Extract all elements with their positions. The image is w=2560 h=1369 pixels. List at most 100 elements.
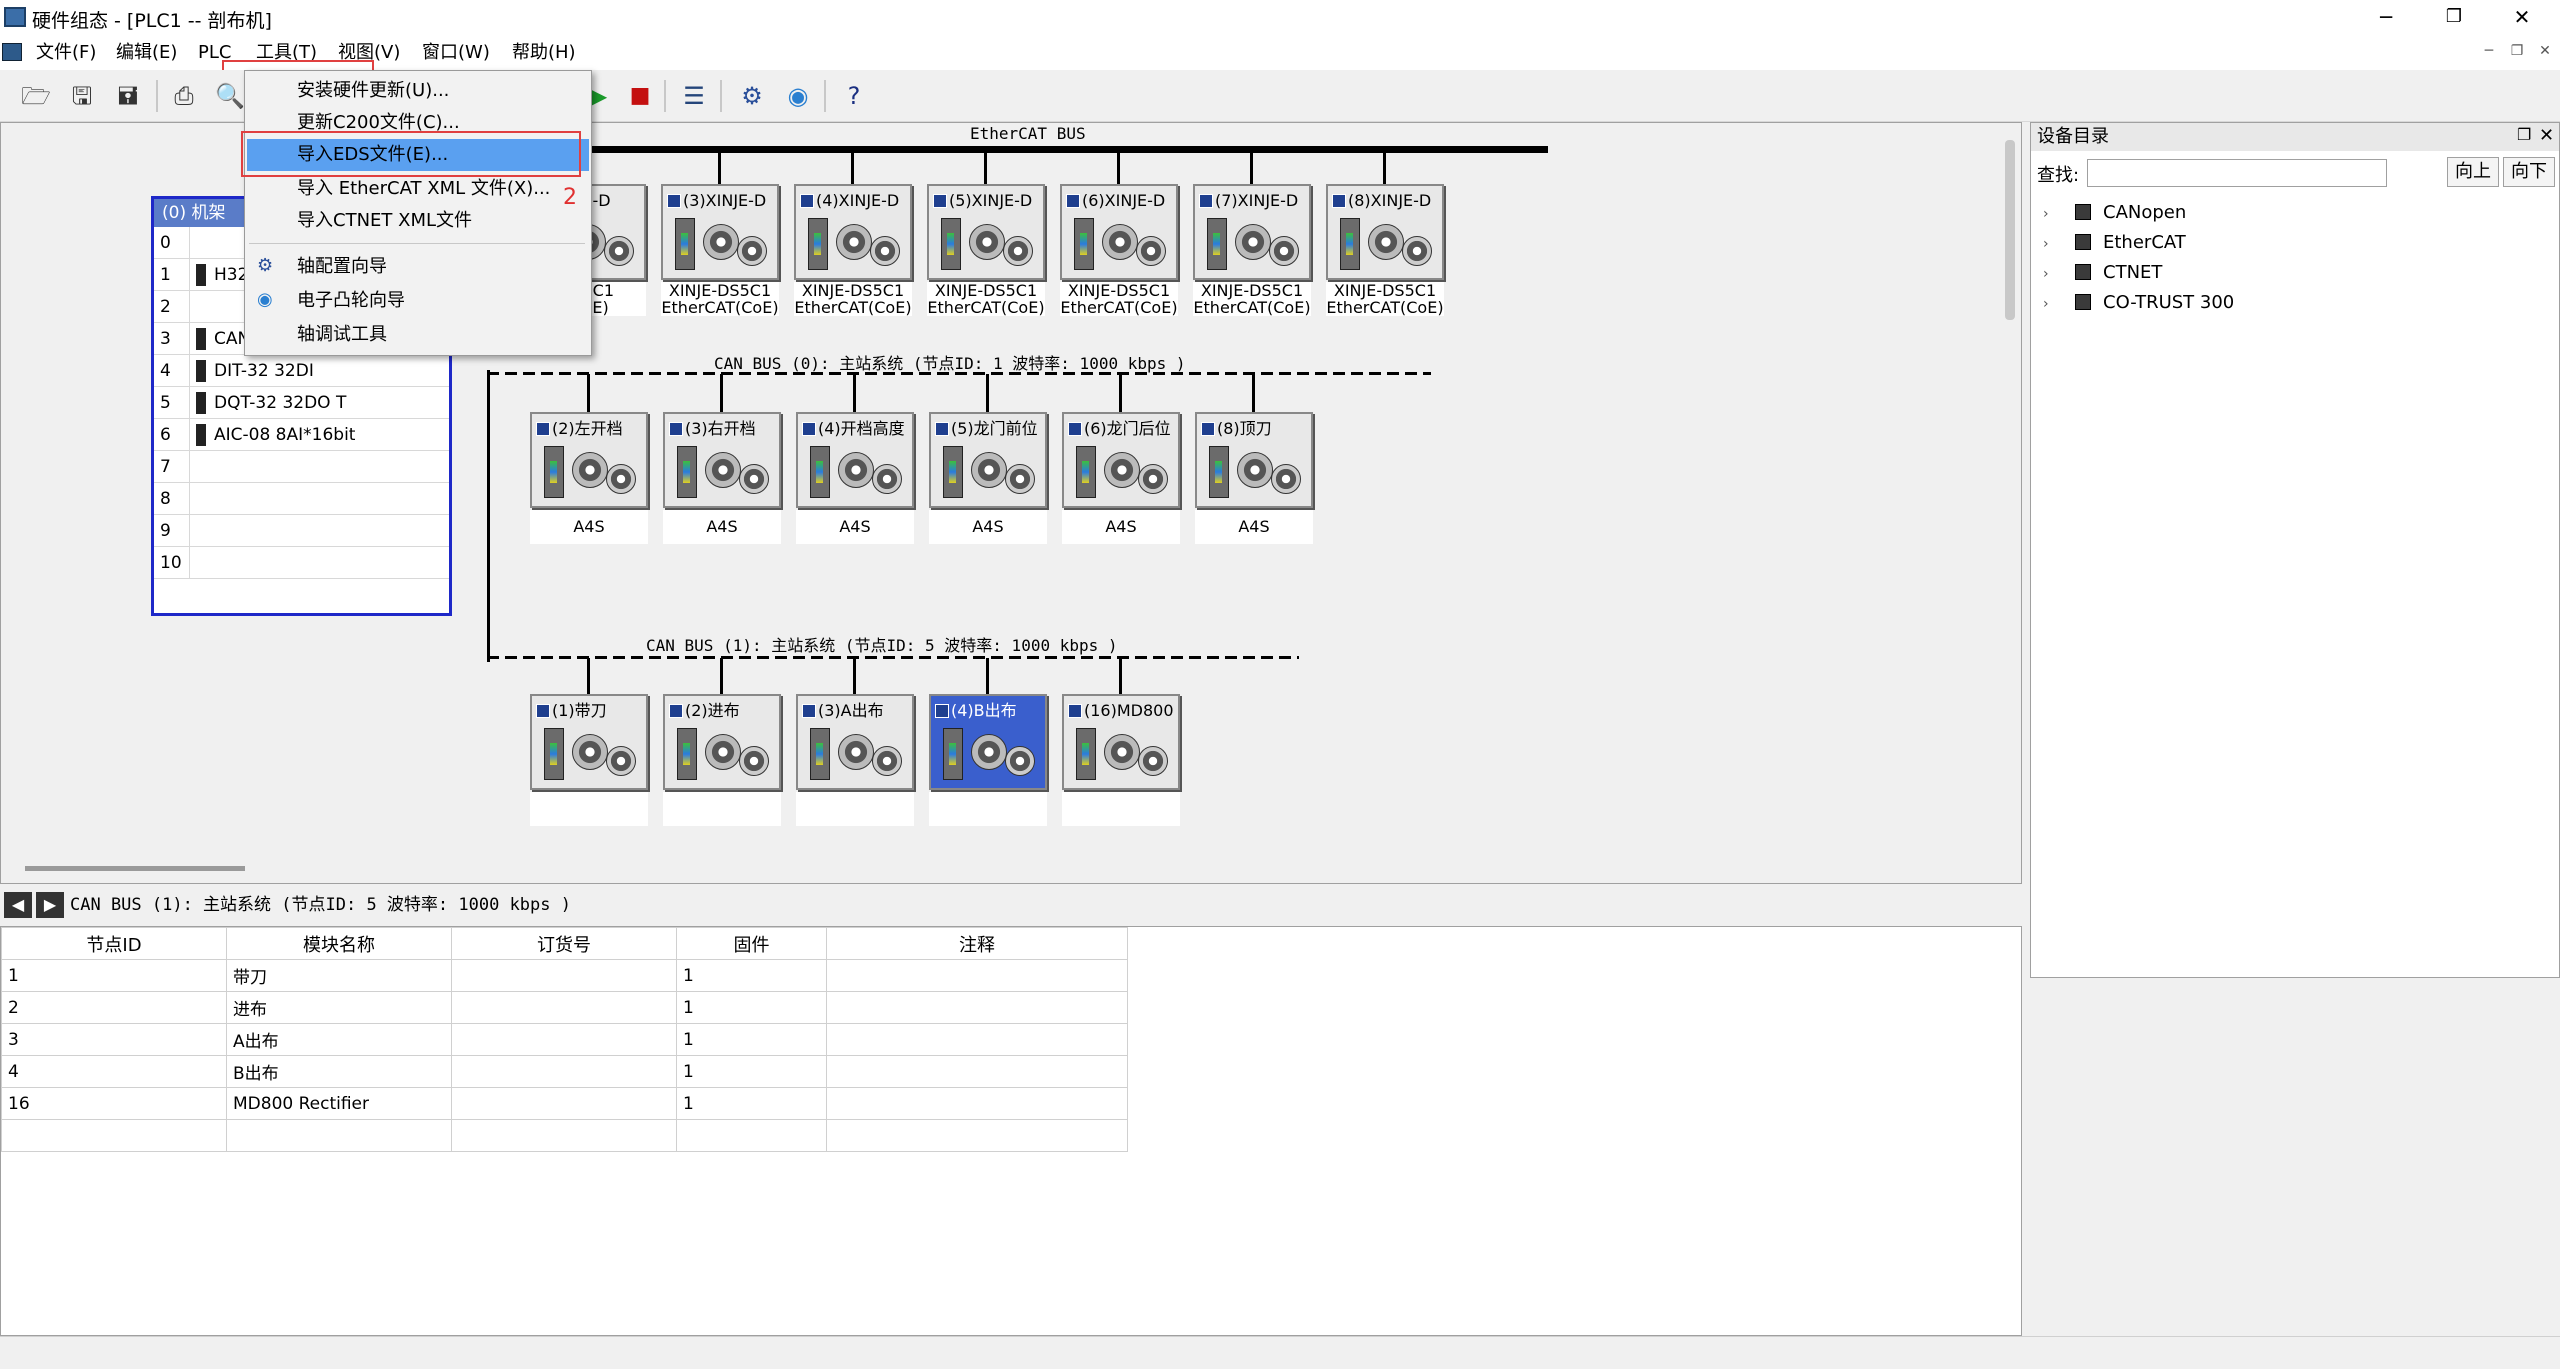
device-block[interactable]: (2)左开档 A4S	[530, 412, 648, 544]
rack-slot-row[interactable]: 10	[154, 547, 449, 579]
device-card[interactable]: (8)XINJE-D	[1326, 184, 1444, 280]
table-cell[interactable]: 2	[1, 991, 227, 1024]
search-up-button[interactable]: 向上	[2447, 157, 2499, 187]
table-cell[interactable]: MD800 Rectifier	[226, 1087, 452, 1120]
device-card[interactable]: (6)XINJE-D	[1060, 184, 1178, 280]
table-row[interactable]: 16 MD800 Rectifier 1	[1, 1087, 1128, 1120]
expand-chevron-icon[interactable]: ›	[2043, 200, 2065, 228]
device-block[interactable]: (4)开档高度 A4S	[796, 412, 914, 544]
table-cell[interactable]	[226, 1119, 452, 1152]
menu-help[interactable]: 帮助(H)	[508, 40, 580, 66]
menu-file[interactable]: 文件(F)	[32, 40, 100, 66]
rack-module[interactable]: H32	[192, 259, 248, 291]
device-block[interactable]: (2)进布	[663, 694, 781, 826]
rack-slot-row[interactable]: 4 DIT-32 32DI	[154, 355, 449, 387]
mdi-close-button[interactable]: ✕	[2534, 40, 2556, 62]
device-block[interactable]: (5)龙门前位 A4S	[929, 412, 1047, 544]
device-block[interactable]: (7)XINJE-D XINJE-DS5C1 EtherCAT(CoE)	[1193, 184, 1311, 316]
menu-axis-config-wizard[interactable]: 轴配置向导	[247, 251, 589, 283]
device-block[interactable]: (16)MD800	[1062, 694, 1180, 826]
table-cell[interactable]	[451, 959, 677, 992]
table-cell[interactable]: A出布	[226, 1023, 452, 1056]
minimize-button[interactable]: ─	[2352, 0, 2420, 36]
table-cell[interactable]: 1	[1, 959, 227, 992]
menu-window[interactable]: 窗口(W)	[418, 40, 494, 66]
table-cell[interactable]	[826, 1087, 1128, 1120]
menu-axis-debug-tool[interactable]: 轴调试工具	[247, 319, 589, 351]
column-header[interactable]: 订货号	[451, 927, 677, 960]
rack-module[interactable]: DIT-32 32DI	[192, 355, 314, 387]
table-cell[interactable]: B出布	[226, 1055, 452, 1088]
expand-chevron-icon[interactable]: ›	[2043, 290, 2065, 318]
rack-slot-row[interactable]: 9	[154, 515, 449, 547]
menu-import-ctnet-xml[interactable]: 导入CTNET XML文件	[247, 205, 589, 237]
table-row[interactable]: 2 进布 1	[1, 991, 1128, 1024]
rack-module[interactable]: AIC-08 8AI*16bit	[192, 419, 355, 451]
device-block[interactable]: (3)右开档 A4S	[663, 412, 781, 544]
table-row[interactable]: 4 B出布 1	[1, 1055, 1128, 1088]
menu-import-ethercat-xml[interactable]: 导入 EtherCAT XML 文件(X)...	[247, 173, 589, 205]
can-bus-1-line[interactable]	[487, 656, 1299, 659]
table-cell[interactable]: 1	[676, 1023, 827, 1056]
table-cell[interactable]: 16	[1, 1087, 227, 1120]
device-block[interactable]: (3)A出布	[796, 694, 914, 826]
table-row[interactable]	[1, 1119, 1128, 1152]
table-cell[interactable]	[826, 1119, 1128, 1152]
table-cell[interactable]: 1	[676, 991, 827, 1024]
menu-edit[interactable]: 编辑(E)	[112, 40, 181, 66]
device-card[interactable]: (6)龙门后位	[1062, 412, 1180, 508]
panel-close-icon[interactable]: ✕	[2539, 125, 2554, 146]
rack-slot-row[interactable]: 7	[154, 451, 449, 483]
device-block[interactable]: (6)XINJE-D XINJE-DS5C1 EtherCAT(CoE)	[1060, 184, 1178, 316]
table-row[interactable]: 3 A出布 1	[1, 1023, 1128, 1056]
cam-wizard-icon[interactable]: ◉	[780, 78, 816, 114]
table-cell[interactable]	[451, 1055, 677, 1088]
device-block[interactable]: (3)XINJE-D XINJE-DS5C1 EtherCAT(CoE)	[661, 184, 779, 316]
device-card[interactable]: (1)带刀	[530, 694, 648, 790]
column-header[interactable]: 固件	[676, 927, 827, 960]
device-card[interactable]: (5)龙门前位	[929, 412, 1047, 508]
close-button[interactable]: ✕	[2488, 0, 2556, 36]
save-icon[interactable]: 🖫	[64, 78, 100, 114]
device-card[interactable]: (7)XINJE-D	[1193, 184, 1311, 280]
device-block[interactable]: (1)带刀	[530, 694, 648, 826]
column-header[interactable]: 模块名称	[226, 927, 452, 960]
device-card[interactable]: (2)左开档	[530, 412, 648, 508]
stop-icon[interactable]: ■	[622, 78, 658, 114]
table-cell[interactable]	[826, 1023, 1128, 1056]
table-cell[interactable]	[676, 1119, 827, 1152]
device-card[interactable]: (4)开档高度	[796, 412, 914, 508]
back-arrow-icon[interactable]: ◀	[4, 892, 32, 918]
device-card[interactable]: (3)XINJE-D	[661, 184, 779, 280]
mdi-minimize-button[interactable]: ─	[2478, 40, 2500, 62]
expand-chevron-icon[interactable]: ›	[2043, 260, 2065, 288]
device-block[interactable]: (4)B出布	[929, 694, 1047, 826]
menu-cam-wizard[interactable]: 电子凸轮向导	[247, 285, 589, 317]
table-cell[interactable]: 带刀	[226, 959, 452, 992]
device-block[interactable]: (5)XINJE-D XINJE-DS5C1 EtherCAT(CoE)	[927, 184, 1045, 316]
mdi-restore-button[interactable]: ❐	[2506, 40, 2528, 62]
column-header[interactable]: 注释	[826, 927, 1128, 960]
rack-slot-row[interactable]: 5 DQT-32 32DO T	[154, 387, 449, 419]
table-cell[interactable]	[1, 1119, 227, 1152]
device-card[interactable]: (4)B出布	[929, 694, 1047, 790]
save-all-icon[interactable]: 🖬	[110, 78, 146, 114]
expand-chevron-icon[interactable]: ›	[2043, 230, 2065, 258]
panel-restore-icon[interactable]: ❐	[2517, 125, 2531, 144]
table-cell[interactable]: 4	[1, 1055, 227, 1088]
menu-install-hw-update[interactable]: 安装硬件更新(U)...	[247, 75, 589, 107]
device-block[interactable]: (8)顶刀 A4S	[1195, 412, 1313, 544]
table-cell[interactable]	[451, 1087, 677, 1120]
rack-slot-row[interactable]: 6 AIC-08 8AI*16bit	[154, 419, 449, 451]
help-pointer-icon[interactable]: ?	[836, 78, 872, 114]
device-card[interactable]: (3)A出布	[796, 694, 914, 790]
device-card[interactable]: (8)顶刀	[1195, 412, 1313, 508]
table-cell[interactable]	[451, 991, 677, 1024]
canvas-vertical-scrollbar[interactable]	[2005, 140, 2015, 320]
menu-view[interactable]: 视图(V)	[334, 40, 404, 66]
search-input[interactable]	[2087, 159, 2387, 187]
device-block[interactable]: (8)XINJE-D XINJE-DS5C1 EtherCAT(CoE)	[1326, 184, 1444, 316]
print-icon[interactable]: ⎙	[166, 78, 202, 114]
maximize-button[interactable]: ❐	[2420, 0, 2488, 36]
table-cell[interactable]	[451, 1023, 677, 1056]
